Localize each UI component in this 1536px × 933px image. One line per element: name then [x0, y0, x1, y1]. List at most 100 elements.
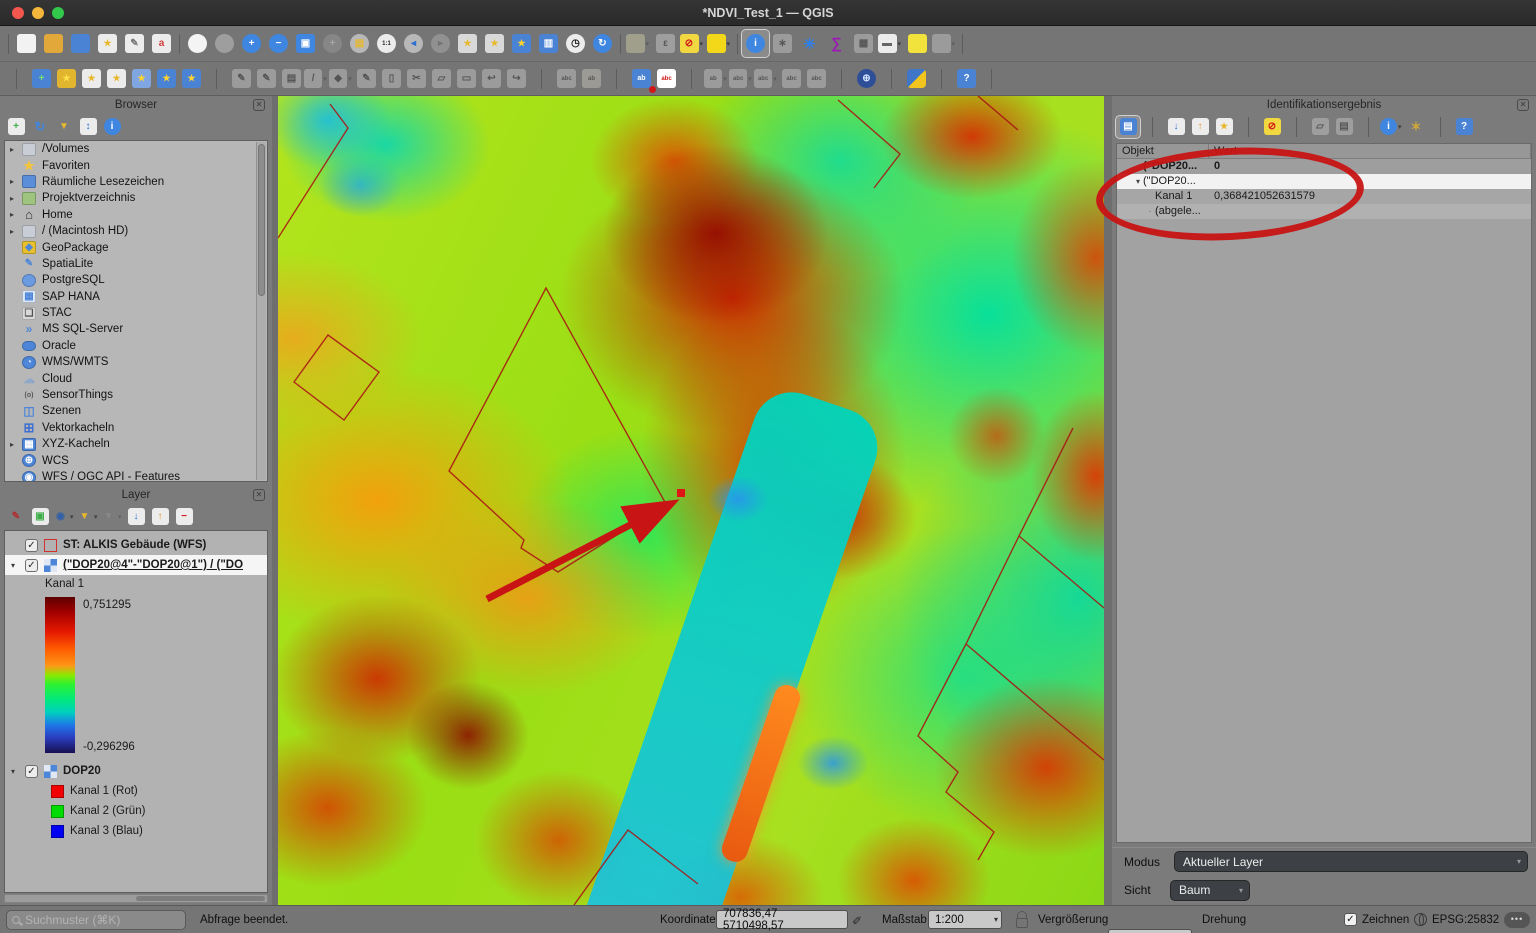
browser-item[interactable]: Projektverzeichnis — [5, 190, 267, 206]
toggle-editing-icon[interactable]: ✎ — [254, 66, 279, 91]
crs-globe-icon[interactable] — [1414, 913, 1427, 926]
identify-settings-icon[interactable]: ✶ — [1404, 116, 1428, 138]
new-map-view-icon[interactable]: ★ — [454, 30, 481, 57]
browser-item[interactable]: ◆ GeoPackage — [5, 239, 267, 255]
measure-icon[interactable]: ▬ — [877, 30, 904, 57]
browser-item[interactable]: PostgreSQL — [5, 272, 267, 288]
layer-list-hscrollbar-thumb[interactable] — [136, 896, 265, 901]
new-shapefile-layer-icon[interactable]: ★ — [79, 66, 104, 91]
sicht-select[interactable]: Baum ▾ — [1170, 880, 1250, 901]
browser-properties-icon[interactable]: i — [100, 116, 124, 138]
redo-icon[interactable]: ↪ — [504, 66, 529, 91]
browser-item[interactable]: » MS SQL-Server — [5, 321, 267, 337]
new-mesh-layer-icon[interactable]: ★ — [179, 66, 204, 91]
browser-item[interactable]: ★ Favoriten — [5, 157, 267, 173]
new-annotation-icon[interactable] — [931, 30, 958, 57]
copy-features-icon[interactable]: ▱ — [429, 66, 454, 91]
show-spatial-bookmarks-icon[interactable]: ▥ — [535, 30, 562, 57]
save-project-icon[interactable] — [67, 30, 94, 57]
collapse-all-icon[interactable]: ↑ — [148, 506, 172, 528]
collapse-browser-icon[interactable]: ↕ — [76, 116, 100, 138]
delete-selected-icon[interactable]: ▯ — [379, 66, 404, 91]
browser-item[interactable]: ⊕ WCS — [5, 452, 267, 468]
move-label-icon[interactable]: abc — [729, 66, 754, 91]
table-header[interactable]: Objekt Wert — [1117, 144, 1531, 159]
attribute-table-icon[interactable]: ▦ — [850, 30, 877, 57]
browser-scrollbar-thumb[interactable] — [258, 144, 265, 296]
pin-labels-icon[interactable]: ab — [629, 66, 654, 91]
copy-result-icon[interactable]: ▱ — [1308, 116, 1332, 138]
style-manager-icon[interactable]: a — [148, 30, 175, 57]
browser-item[interactable]: ⌂ Home — [5, 207, 267, 223]
add-feature-icon[interactable]: / — [304, 66, 329, 91]
new-geopackage-layer-icon[interactable]: ★ — [54, 66, 79, 91]
column-objekt[interactable]: Objekt — [1117, 144, 1209, 159]
python-console-icon[interactable] — [904, 66, 929, 91]
layer-item-dop20[interactable]: ▾ DOP20 — [5, 761, 267, 781]
zoom-window-icon[interactable] — [52, 7, 64, 19]
new-virtual-layer-icon[interactable]: ★ — [154, 66, 179, 91]
save-edits-icon[interactable]: ▤ — [279, 66, 304, 91]
layer-checkbox[interactable] — [25, 539, 38, 552]
select-by-rectangle-icon[interactable] — [706, 30, 733, 57]
close-window-icon[interactable] — [12, 7, 24, 19]
zeichnen-checkbox[interactable] — [1344, 913, 1357, 926]
open-layer-styling-icon[interactable]: ✎ — [4, 506, 28, 528]
zoom-next-icon[interactable]: ▸ — [427, 30, 454, 57]
zoom-to-layer-icon[interactable]: ▤ — [346, 30, 373, 57]
paste-features-icon[interactable]: ▭ — [454, 66, 479, 91]
metasearch-icon[interactable]: ⊕ — [854, 66, 879, 91]
extent-toggle-icon[interactable]: ✐ — [852, 914, 862, 928]
data-source-manager-icon[interactable]: + — [29, 66, 54, 91]
manage-visibility-icon[interactable]: ◉ — [52, 506, 76, 528]
zoom-full-extent-icon[interactable]: ▣ — [292, 30, 319, 57]
browser-item[interactable]: ⊞ Vektorkacheln — [5, 420, 267, 436]
result-row[interactable]: Kanal 1 0,368421052631579 — [1117, 189, 1531, 204]
form-view-icon[interactable]: ▤ — [1116, 116, 1140, 138]
zoom-out-icon[interactable]: − — [265, 30, 292, 57]
pan-map-icon[interactable] — [184, 30, 211, 57]
browser-item[interactable]: ❏ STAC — [5, 305, 267, 321]
map-canvas[interactable] — [278, 96, 1104, 905]
identify-help-icon[interactable]: ? — [1452, 116, 1476, 138]
select-features-by-value-icon[interactable]: ε — [652, 30, 679, 57]
result-row[interactable]: ▾ ("DOP20... — [1117, 174, 1531, 189]
new-spatial-bookmark-icon[interactable]: ★ — [508, 30, 535, 57]
browser-item[interactable]: ▦ XYZ-Kacheln — [5, 436, 267, 452]
expand-all-icon[interactable]: ↓ — [124, 506, 148, 528]
expand-tree-icon[interactable]: ↓ — [1164, 116, 1188, 138]
zoom-in-icon[interactable]: + — [238, 30, 265, 57]
layer-labeling-options-icon[interactable]: ab — [579, 66, 604, 91]
modus-select[interactable]: Aktueller Layer ▾ — [1174, 851, 1528, 872]
layer-checkbox[interactable] — [25, 765, 38, 778]
lock-scale-icon[interactable] — [1016, 918, 1028, 928]
help-contents-icon[interactable]: ? — [954, 66, 979, 91]
column-wert[interactable]: Wert — [1209, 144, 1531, 159]
new-3d-map-view-icon[interactable]: ★ — [481, 30, 508, 57]
browser-scrollbar[interactable] — [256, 142, 266, 480]
rotate-label-icon[interactable]: abc — [754, 66, 779, 91]
statistical-summary-icon[interactable]: ∑ — [823, 30, 850, 57]
map-tips-icon[interactable] — [904, 30, 931, 57]
vertex-tool-icon[interactable]: ◆ — [329, 66, 354, 91]
collapse-tree-icon[interactable]: ↑ — [1188, 116, 1212, 138]
processing-toolbox-icon[interactable]: ✳ — [796, 30, 823, 57]
deselect-features-icon[interactable]: ⊘ — [679, 30, 706, 57]
select-features-icon[interactable] — [625, 30, 652, 57]
filter-expression-icon[interactable]: ▼ — [100, 506, 124, 528]
open-project-icon[interactable] — [40, 30, 67, 57]
modify-attributes-icon[interactable]: ✎ — [354, 66, 379, 91]
new-project-icon[interactable] — [13, 30, 40, 57]
close-identify-panel-icon[interactable]: ✕ — [1517, 99, 1529, 111]
identify-mode-icon[interactable]: i — [1380, 116, 1404, 138]
highlight-pinned-labels-icon[interactable]: abc — [654, 66, 679, 91]
label-toolbar-icon[interactable]: abc — [554, 66, 579, 91]
browser-item[interactable]: ◫ Szenen — [5, 403, 267, 419]
expand-new-results-icon[interactable]: ★ — [1212, 116, 1236, 138]
browser-item[interactable]: / (Macintosh HD) — [5, 223, 267, 239]
result-row[interactable]: · (abgele... — [1117, 204, 1531, 219]
browser-item[interactable]: Räumliche Lesezeichen — [5, 174, 267, 190]
new-print-layout-icon[interactable]: ★ — [94, 30, 121, 57]
layer-item-ndvi[interactable]: ▾ ("DOP20@4"-"DOP20@1") / ("DO — [5, 555, 267, 575]
new-spatialite-layer-icon[interactable]: ★ — [104, 66, 129, 91]
